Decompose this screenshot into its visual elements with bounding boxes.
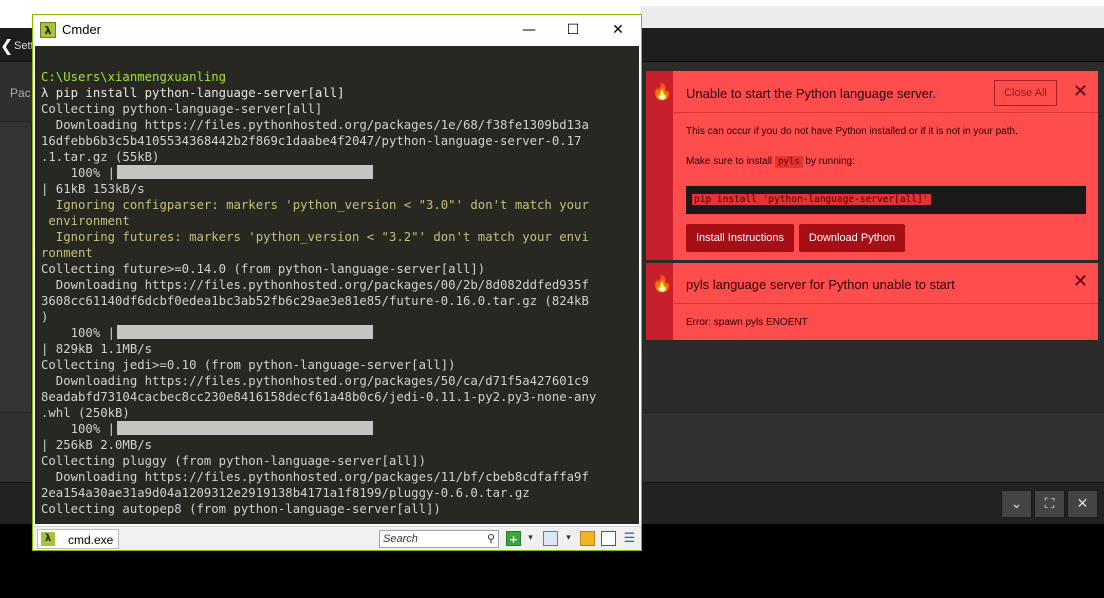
add-console-icon[interactable]: + (506, 531, 521, 546)
terminal-line: .whl (250kB) (41, 406, 130, 420)
dropdown-arrow-icon[interactable]: ▾ (523, 531, 538, 546)
terminal-line: Downloading https://files.pythonhosted.o… (41, 118, 589, 132)
title-bar[interactable]: λ Cmder — ☐ ✕ (33, 15, 641, 46)
console-tab[interactable]: λ cmd.exe (37, 529, 119, 549)
dropdown-arrow-icon[interactable]: ▾ (561, 531, 576, 546)
terminal-line: Downloading https://files.pythonhosted.o… (41, 470, 589, 484)
terminal-line: Ignoring configparser: markers 'python_v… (41, 198, 589, 212)
divider (673, 112, 1098, 113)
progress-bar (117, 421, 374, 435)
terminal-line: ) (41, 310, 49, 324)
terminal-line: .1.tar.gz (55kB) (41, 150, 160, 164)
terminal-line: Collecting python-language-server[all] (41, 102, 323, 116)
body-text: by running: (802, 156, 855, 167)
notification-python-server-error: 🔥 Unable to start the Python language se… (646, 71, 1098, 260)
maximize-button[interactable]: ☐ (562, 20, 584, 40)
terminal-line: ronment (41, 246, 93, 260)
close-all-button[interactable]: Close All (994, 80, 1057, 106)
maximize-panel-button[interactable]: ⛶ (1034, 490, 1065, 518)
terminal-line: Collecting autopep8 (from python-languag… (41, 502, 441, 516)
terminal-line: | 829kB 1.1MB/s (41, 342, 153, 356)
minimize-button[interactable]: — (518, 20, 540, 40)
background-sidebar (0, 62, 32, 412)
lock-icon[interactable] (580, 531, 595, 546)
inline-code: pyls (774, 156, 803, 168)
close-icon[interactable]: ✕ (1073, 81, 1088, 102)
flame-icon: 🔥 (652, 82, 672, 101)
split-view-icon[interactable] (543, 531, 558, 546)
progress-bar (117, 325, 374, 339)
install-command: pip install 'python-language-server[all]… (692, 194, 931, 205)
terminal-line: Ignoring futures: markers 'python_versio… (41, 230, 589, 244)
terminal-line: λ pip install python-language-server[all… (41, 86, 345, 100)
tab-label: cmd.exe (68, 533, 114, 547)
terminal-line: environment (41, 214, 130, 228)
terminal-line: Downloading https://files.pythonhosted.o… (41, 278, 589, 292)
notification-body-line: Error: spawn pyls ENOENT (686, 317, 808, 328)
install-instructions-button[interactable]: Install Instructions (686, 224, 794, 252)
divider (673, 303, 1098, 304)
notification-title: Unable to start the Python language serv… (686, 86, 937, 101)
close-icon[interactable]: ✕ (1073, 271, 1088, 292)
terminal-text: C:\Users\xianmengxuanling λ pip install p… (41, 69, 596, 517)
flame-icon: 🔥 (652, 274, 672, 293)
back-arrow-icon[interactable]: ❮ (0, 36, 13, 55)
terminal-line: 8eadabfd73104cacbec8cc230e8416158decf61a… (41, 390, 597, 404)
terminal-line: 16dfebb6b3c5b4105534368442b2f869c1daabe4… (41, 134, 582, 148)
close-button[interactable]: ✕ (607, 20, 629, 40)
cmder-logo-icon: λ (40, 22, 56, 38)
download-python-button[interactable]: Download Python (799, 224, 905, 252)
terminal-line: Collecting jedi>=0.10 (from python-langu… (41, 358, 456, 372)
lambda-icon: λ (41, 532, 55, 546)
body-text: Make sure to install (686, 156, 775, 167)
terminal-line: 100% | (41, 325, 596, 341)
terminal-line: 100% | (41, 165, 596, 181)
menu-icon[interactable]: ☰ (622, 531, 637, 546)
screen: { "background": { "back_label": "Setti",… (0, 0, 1104, 598)
code-block: pip install 'python-language-server[all]… (686, 186, 1086, 214)
terminal-output[interactable]: C:\Users\xianmengxuanling λ pip install p… (35, 46, 639, 524)
notification-body-line: Make sure to install pyls by running: (686, 156, 855, 168)
cmder-window: λ Cmder — ☐ ✕ C:\Users\xianmengxuanling λ… (32, 14, 642, 551)
terminal-line: Collecting pluggy (from python-language-… (41, 454, 426, 468)
status-bar: λ cmd.exe Search ⚲ + ▾ ▾ ☰ (33, 526, 641, 550)
notification-body-line: This can occur if you do not have Python… (686, 126, 1018, 137)
pane-icon[interactable] (601, 531, 616, 546)
search-icon[interactable]: ⚲ (487, 531, 495, 547)
search-placeholder: Search (383, 533, 418, 545)
terminal-line: 3608cc61140df6dcbf0edea1bc3ab52fb6c29ae3… (41, 294, 589, 308)
terminal-line: 100% | (41, 421, 596, 437)
packages-sidebar-label[interactable]: Pac (10, 86, 31, 100)
close-panel-button[interactable]: ✕ (1067, 490, 1098, 518)
chevron-down-button[interactable]: ⌄ (1001, 490, 1032, 518)
window-title: Cmder (62, 22, 102, 37)
notification-title: pyls language server for Python unable t… (686, 277, 955, 292)
notification-pyls-error: 🔥 pyls language server for Python unable… (646, 263, 1098, 340)
terminal-line: | 61kB 153kB/s (41, 182, 145, 196)
terminal-line: Downloading https://files.pythonhosted.o… (41, 374, 589, 388)
search-input[interactable]: Search ⚲ (379, 530, 499, 548)
progress-bar (117, 165, 374, 179)
terminal-line: 2ea154a30ae31a9d04a1209312e2919138b4171a… (41, 486, 530, 500)
terminal-line: C:\Users\xianmengxuanling (41, 70, 227, 84)
terminal-line: | 256kB 2.0MB/s (41, 438, 153, 452)
terminal-line: Collecting future>=0.14.0 (from python-l… (41, 262, 486, 276)
